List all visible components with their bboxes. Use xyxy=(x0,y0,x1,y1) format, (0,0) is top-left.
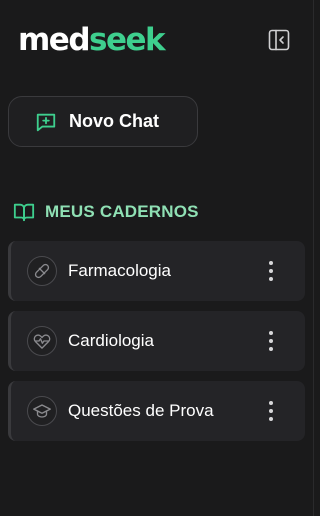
brand-logo[interactable]: medseek xyxy=(18,22,166,58)
brand-logo-part2: seek xyxy=(89,22,166,58)
notebook-list: Farmacologia Cardiologia Questões de Pro… xyxy=(8,241,305,451)
notebook-item-cardiologia[interactable]: Cardiologia xyxy=(8,311,305,371)
pill-icon xyxy=(27,256,57,286)
notebook-item-farmacologia[interactable]: Farmacologia xyxy=(8,241,305,301)
notebook-item-questoes-de-prova[interactable]: Questões de Prova xyxy=(8,381,305,441)
sidebar-toggle-button[interactable] xyxy=(266,27,292,53)
sidebar-header: medseek xyxy=(18,22,295,58)
notebook-label: Cardiologia xyxy=(68,331,154,350)
more-options-icon[interactable] xyxy=(259,321,283,361)
more-options-icon[interactable] xyxy=(259,391,283,431)
notebooks-title: MEUS CADERNOS xyxy=(45,202,199,221)
notebook-label: Farmacologia xyxy=(68,261,171,280)
message-plus-icon xyxy=(35,111,57,133)
sidebar-collapse-icon xyxy=(268,29,290,51)
new-chat-button[interactable]: Novo Chat xyxy=(8,96,198,147)
brand-logo-part1: med xyxy=(18,22,91,58)
notebooks-section-title: MEUS CADERNOS xyxy=(13,200,199,224)
heart-pulse-icon xyxy=(27,326,57,356)
notebook-label: Questões de Prova xyxy=(68,401,214,420)
book-open-icon xyxy=(13,201,35,223)
new-chat-label: Novo Chat xyxy=(69,111,159,131)
graduation-cap-icon xyxy=(27,396,57,426)
more-options-icon[interactable] xyxy=(259,251,283,291)
